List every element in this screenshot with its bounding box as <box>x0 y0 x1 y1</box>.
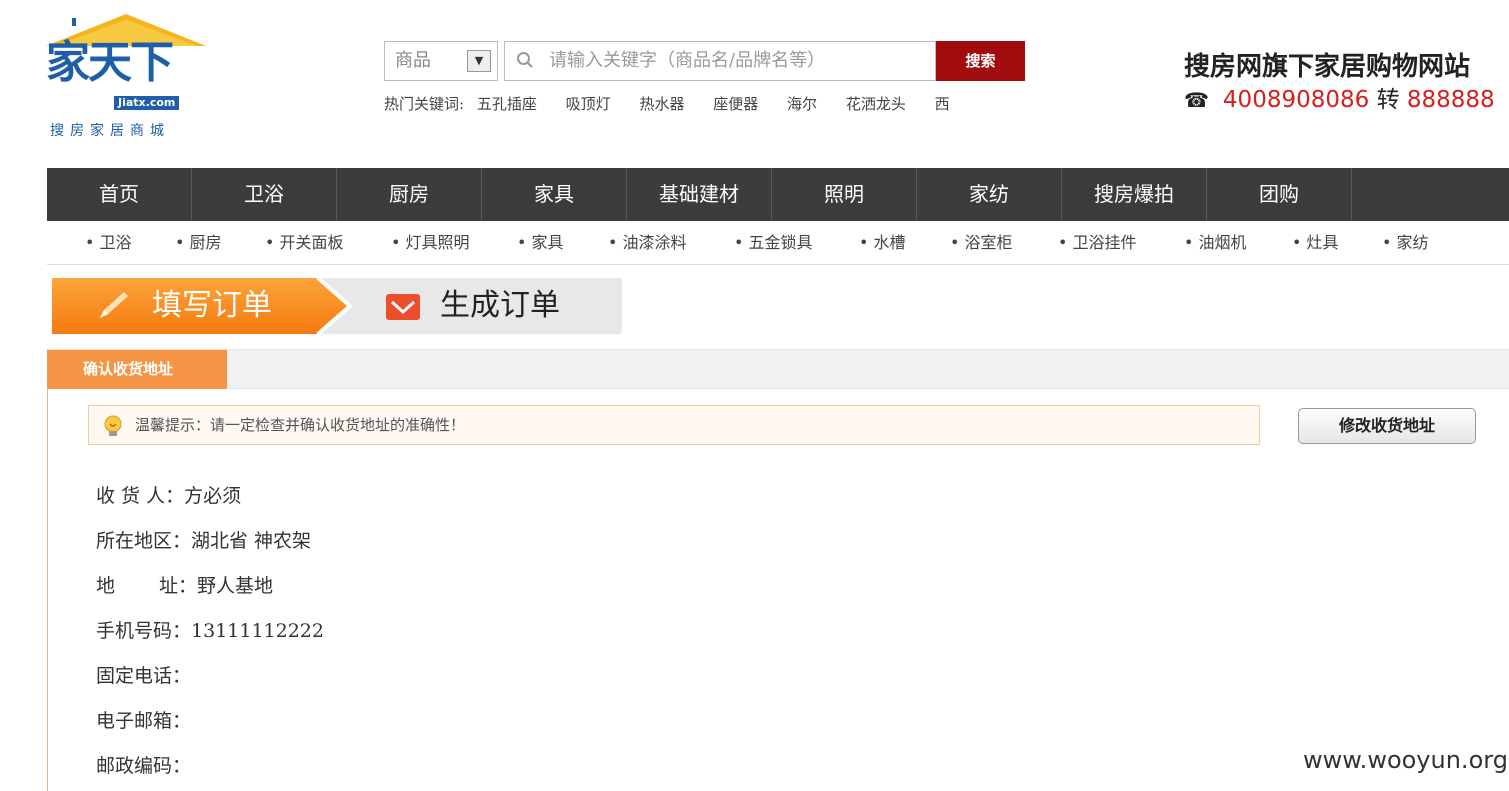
address-field-region: 所在地区：湖北省 神农架 <box>96 526 311 553</box>
nav-item-bathroom[interactable]: 卫浴 <box>192 168 337 221</box>
hotline-number: 4008908086 <box>1222 87 1370 113</box>
envelope-check-icon <box>386 294 420 320</box>
nav-item-group-buy[interactable]: 团购 <box>1207 168 1352 221</box>
nav-item-lighting[interactable]: 照明 <box>772 168 917 221</box>
nav-item-textiles[interactable]: 家纺 <box>917 168 1062 221</box>
field-value: 方必须 <box>184 485 242 507</box>
hot-keyword[interactable]: 热水器 <box>639 95 684 113</box>
hot-keyword[interactable]: 海尔 <box>787 95 817 113</box>
field-value: 湖北省 神农架 <box>191 530 312 552</box>
field-label: 手机号码： <box>96 620 192 642</box>
subnav-item[interactable]: • 油漆涂料 <box>608 222 687 264</box>
phone-icon: ☎ <box>1184 88 1209 112</box>
address-field-mobile: 手机号码：13111112222 <box>96 616 324 643</box>
address-tip-text: 温馨提示：请一定检查并确认收货地址的准确性！ <box>135 416 466 434</box>
sub-nav: • 卫浴 • 厨房 • 开关面板 • 灯具照明 • 家具 • 油漆涂料 • 五金… <box>47 222 1509 265</box>
tab-confirm-address[interactable]: 确认收货地址 <box>47 350 227 389</box>
address-field-receiver: 收 货 人：方必须 <box>96 481 241 508</box>
subnav-label: 油漆涂料 <box>622 233 687 252</box>
step-generate-order: 生成订单 <box>440 288 560 323</box>
subnav-label: 开关面板 <box>279 233 344 252</box>
hot-keywords-label: 热门关键词: <box>384 95 465 113</box>
search-category-value: 商品 <box>395 50 431 71</box>
subnav-item[interactable]: • 灯具照明 <box>391 222 470 264</box>
field-label: 固定电话： <box>96 665 192 687</box>
logo-tagline: 搜房家居商城 <box>50 123 170 139</box>
subnav-label: 浴室柜 <box>964 233 1013 252</box>
subnav-label: 五金锁具 <box>748 233 813 252</box>
subnav-label: 灯具照明 <box>405 233 470 252</box>
hot-keyword[interactable]: 五孔插座 <box>477 95 537 113</box>
hot-keyword[interactable]: 花洒龙头 <box>846 95 906 113</box>
subnav-label: 灶具 <box>1306 233 1339 252</box>
subnav-item[interactable]: • 灶具 <box>1292 222 1339 264</box>
field-label: 邮政编码： <box>96 755 192 777</box>
field-label: 收 货 人： <box>96 485 185 507</box>
subnav-label: 家具 <box>531 233 564 252</box>
step-fill-order: 填写订单 <box>152 288 272 323</box>
nav-item-home[interactable]: 首页 <box>47 168 192 221</box>
hotline-extension: 888888 <box>1406 87 1495 113</box>
hotline-ext-separator: 转 <box>1376 87 1400 113</box>
subnav-item[interactable]: • 家具 <box>517 222 564 264</box>
chevron-down-icon[interactable]: ▼ <box>467 50 491 72</box>
subnav-label: 卫浴挂件 <box>1072 233 1137 252</box>
search-category-select[interactable]: 商品 ▼ <box>384 41 498 81</box>
subnav-item[interactable]: • 卫浴 <box>85 222 132 264</box>
main-nav: 首页 卫浴 厨房 家具 基础建材 照明 家纺 搜房爆拍 团购 <box>47 168 1509 221</box>
address-field-landline: 固定电话： <box>96 661 191 688</box>
field-label: 地 址： <box>96 575 198 597</box>
lightbulb-icon <box>104 415 122 436</box>
subnav-item[interactable]: • 卫浴挂件 <box>1058 222 1137 264</box>
subnav-label: 厨房 <box>189 233 222 252</box>
subnav-item[interactable]: • 家纺 <box>1382 222 1429 264</box>
field-label: 电子邮箱： <box>96 710 192 732</box>
pencil-icon <box>100 292 128 318</box>
subnav-item[interactable]: • 油烟机 <box>1184 222 1247 264</box>
hot-keywords: 热门关键词: 五孔插座 吸顶灯 热水器 座便器 海尔 花洒龙头 西 <box>384 93 974 114</box>
brand-title: 搜房网旗下家居购物网站 <box>1184 52 1471 82</box>
subnav-item[interactable]: • 厨房 <box>175 222 222 264</box>
hot-keyword[interactable]: 西 <box>935 95 950 113</box>
watermark: www.wooyun.org <box>1303 746 1508 774</box>
hot-keyword[interactable]: 座便器 <box>713 95 758 113</box>
address-field-email: 电子邮箱： <box>96 706 191 733</box>
address-panel: 温馨提示：请一定检查并确认收货地址的准确性！ 修改收货地址 收 货 人：方必须 … <box>47 388 1509 791</box>
logo-text: 家天下 <box>46 37 174 88</box>
nav-item-building-materials[interactable]: 基础建材 <box>627 168 772 221</box>
field-value: 野人基地 <box>197 575 274 597</box>
subnav-item[interactable]: • 水槽 <box>859 222 906 264</box>
hotline: ☎ 4008908086 转 888888 <box>1184 80 1495 114</box>
address-field-street: 地 址：野人基地 <box>96 571 273 598</box>
field-value: 13111112222 <box>191 620 324 642</box>
nav-item-kitchen[interactable]: 厨房 <box>337 168 482 221</box>
subnav-label: 卫浴 <box>99 233 132 252</box>
subnav-item[interactable]: • 开关面板 <box>265 222 344 264</box>
subnav-item[interactable]: • 浴室柜 <box>950 222 1013 264</box>
address-field-postcode: 邮政编码： <box>96 751 191 778</box>
site-logo[interactable]: 家天下 Jiatx.com 搜房家居商城 <box>46 12 208 142</box>
address-panel-header: 确认收货地址 <box>47 349 1509 389</box>
nav-item-flash-deals[interactable]: 搜房爆拍 <box>1062 168 1207 221</box>
subnav-label: 油烟机 <box>1198 233 1247 252</box>
search-placeholder: 请输入关键字（商品名/品牌名等） <box>549 50 826 71</box>
search-button[interactable]: 搜索 <box>936 41 1025 81</box>
nav-item-furniture[interactable]: 家具 <box>482 168 627 221</box>
hot-keyword[interactable]: 吸顶灯 <box>566 95 611 113</box>
order-steps: 填写订单 生成订单 <box>52 278 622 334</box>
address-tip: 温馨提示：请一定检查并确认收货地址的准确性！ <box>88 405 1260 445</box>
logo-domain-badge: Jiatx.com <box>114 96 180 110</box>
field-label: 所在地区： <box>96 530 192 552</box>
search-input[interactable]: 请输入关键字（商品名/品牌名等） <box>504 41 936 81</box>
subnav-label: 家纺 <box>1396 233 1429 252</box>
edit-address-button[interactable]: 修改收货地址 <box>1298 408 1476 444</box>
search-icon <box>517 52 533 68</box>
subnav-label: 水槽 <box>873 233 906 252</box>
subnav-item[interactable]: • 五金锁具 <box>734 222 813 264</box>
